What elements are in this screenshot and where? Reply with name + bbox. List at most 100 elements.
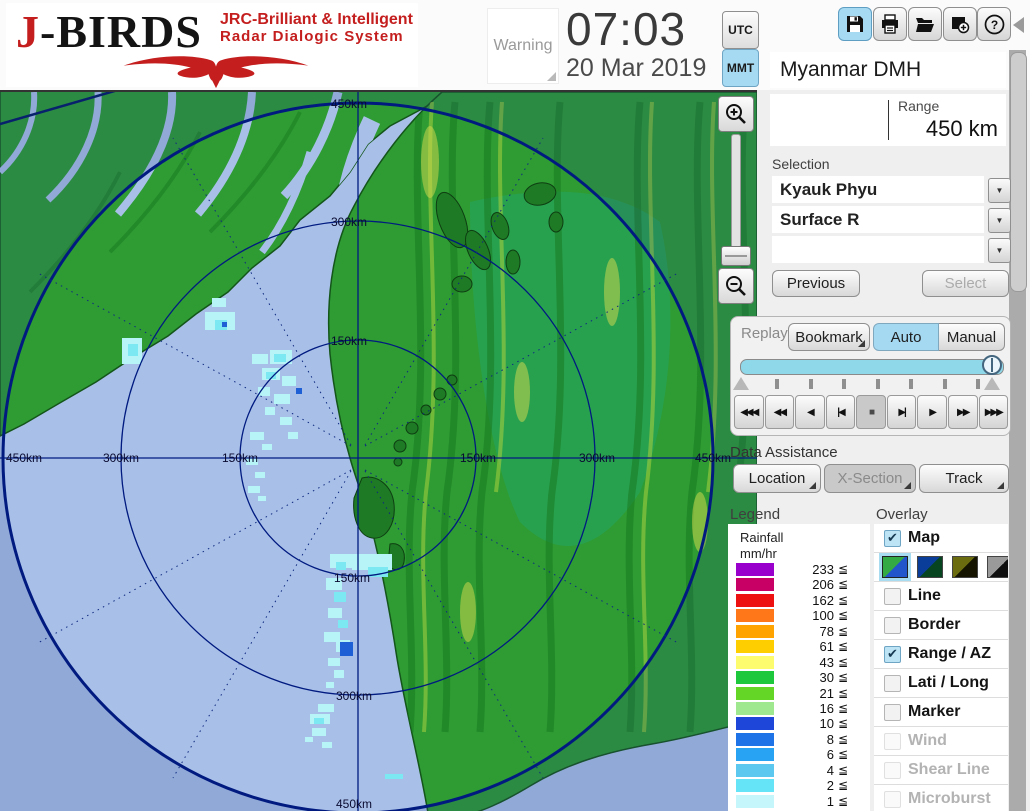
print-button[interactable] <box>873 7 907 41</box>
legend-value: 6 <box>778 747 834 762</box>
zoom-out-icon <box>724 274 748 298</box>
less-equal-symbol: ≦ <box>838 577 848 591</box>
overlay-checkbox-marker[interactable] <box>884 704 901 721</box>
manual-mode-button[interactable]: Manual <box>939 323 1005 351</box>
map-style-swatch-1[interactable] <box>882 556 908 578</box>
replay-progress-slider[interactable] <box>740 359 1004 375</box>
zoom-slider-thumb[interactable] <box>721 246 751 266</box>
legend-color-swatch <box>736 609 774 622</box>
replay-slider-thumb[interactable] <box>982 355 1002 375</box>
legend-color-swatch <box>736 717 774 730</box>
help-button[interactable]: ? <box>977 7 1011 41</box>
play-reverse-button[interactable]: ◀ <box>795 395 825 429</box>
overlay-checkbox-lati-long[interactable] <box>884 675 901 692</box>
overlay-checkbox-wind <box>884 733 901 750</box>
overlay-item-label: Border <box>908 616 960 634</box>
map-style-swatch-3[interactable] <box>952 556 978 578</box>
less-equal-symbol: ≦ <box>838 763 848 777</box>
select-button[interactable]: Select <box>922 270 1009 297</box>
capture-button[interactable] <box>943 7 977 41</box>
legend-color-swatch <box>736 764 774 777</box>
utc-toggle-button[interactable]: UTC <box>722 11 759 49</box>
svg-text:450km: 450km <box>6 451 42 465</box>
resize-grip-icon[interactable] <box>547 72 556 81</box>
menu-corner-icon <box>858 340 865 347</box>
less-equal-symbol: ≦ <box>838 670 848 684</box>
overlay-checkbox-line[interactable] <box>884 588 901 605</box>
legend-row: 16≦ <box>728 701 870 716</box>
overlay-row-microburst: Microburst <box>874 785 1008 811</box>
overlay-checkbox-range-az[interactable]: ✔ <box>884 646 901 663</box>
svg-text:450km: 450km <box>331 97 367 111</box>
less-equal-symbol: ≦ <box>838 624 848 638</box>
legend-row: 78≦ <box>728 624 870 639</box>
slider-tick <box>976 379 980 389</box>
overlay-item-label: Range / AZ <box>908 645 991 663</box>
step-forward-button[interactable]: ▶| <box>887 395 917 429</box>
legend-value: 4 <box>778 763 834 778</box>
zoom-in-button[interactable] <box>718 96 754 132</box>
capture-icon <box>950 14 970 34</box>
site-title: Myanmar DMH <box>770 52 1006 88</box>
legend-color-swatch <box>736 779 774 792</box>
less-equal-symbol: ≦ <box>838 716 848 730</box>
save-button[interactable] <box>838 7 872 41</box>
fast-rewind-2-button[interactable]: ◀◀ <box>765 395 795 429</box>
range-value: 450 km <box>878 116 998 142</box>
x-section-button[interactable]: X-Section <box>824 464 916 493</box>
eagle-icon <box>20 47 412 89</box>
overlay-item-label: Wind <box>908 732 947 750</box>
dropdown-arrow-icon[interactable]: ▼ <box>988 178 1011 203</box>
warning-label: Warning <box>494 37 553 55</box>
auto-mode-button[interactable]: Auto <box>873 323 939 351</box>
zoom-slider-track[interactable] <box>731 134 741 248</box>
map-style-swatch-2[interactable] <box>917 556 943 578</box>
panel-collapse-arrow-icon[interactable] <box>1013 17 1024 33</box>
fast-rewind-3-button[interactable]: ◀◀◀ <box>734 395 764 429</box>
less-equal-symbol: ≦ <box>838 639 848 653</box>
overlay-checkbox-map[interactable]: ✔ <box>884 530 901 547</box>
legend-value: 10 <box>778 716 834 731</box>
play-button[interactable]: ▶ <box>917 395 947 429</box>
slider-tick <box>909 379 913 389</box>
range-start-marker-icon[interactable] <box>733 377 749 390</box>
radar-map-svg: 450km 300km 150km 150km 300km 450km 450k… <box>0 92 757 811</box>
svg-text:300km: 300km <box>579 451 615 465</box>
svg-text:?: ? <box>990 18 997 32</box>
zoom-out-button[interactable] <box>718 268 754 304</box>
bookmark-button[interactable]: Bookmark <box>788 323 870 351</box>
legend-color-swatch <box>736 578 774 591</box>
map-style-swatches <box>874 553 1008 582</box>
overlay-row-lati-long: Lati / Long <box>874 669 1008 698</box>
overlay-checkbox-border[interactable] <box>884 617 901 634</box>
track-button[interactable]: Track <box>919 464 1009 493</box>
warning-button[interactable]: Warning <box>487 8 559 84</box>
dropdown-arrow-icon[interactable]: ▼ <box>988 208 1011 233</box>
map-style-swatch-4[interactable] <box>987 556 1008 578</box>
selection-dropdown-2[interactable]: Surface R <box>772 206 984 233</box>
legend-row: 6≦ <box>728 747 870 762</box>
mmt-toggle-button[interactable]: MMT <box>722 49 759 87</box>
panel-scrollbar-thumb[interactable] <box>1010 52 1027 292</box>
legend-row: 162≦ <box>728 593 870 608</box>
overlay-checkbox-shear-line <box>884 762 901 779</box>
stop-button[interactable]: ■ <box>856 395 886 429</box>
data-assistance-label: Data Assistance <box>730 444 838 461</box>
legend-row: 1≦ <box>728 794 870 809</box>
dropdown-arrow-icon[interactable]: ▼ <box>988 238 1011 263</box>
open-file-button[interactable] <box>908 7 942 41</box>
replay-label: Replay <box>741 325 788 342</box>
step-back-button[interactable]: |◀ <box>826 395 856 429</box>
selection-dropdown-1[interactable]: Kyauk Phyu <box>772 176 984 203</box>
less-equal-symbol: ≦ <box>838 701 848 715</box>
location-button[interactable]: Location <box>733 464 821 493</box>
overlay-row-border: Border <box>874 611 1008 640</box>
selection-dropdown-3[interactable] <box>772 236 984 263</box>
range-end-marker-icon[interactable] <box>984 377 1000 390</box>
fast-forward-2-button[interactable]: ▶▶ <box>948 395 978 429</box>
radar-map-display[interactable]: 450km 300km 150km 150km 300km 450km 450k… <box>0 90 757 811</box>
less-equal-symbol: ≦ <box>838 608 848 622</box>
fast-forward-3-button[interactable]: ▶▶▶ <box>979 395 1009 429</box>
overlay-label: Overlay <box>876 506 928 523</box>
previous-button[interactable]: Previous <box>772 270 860 297</box>
